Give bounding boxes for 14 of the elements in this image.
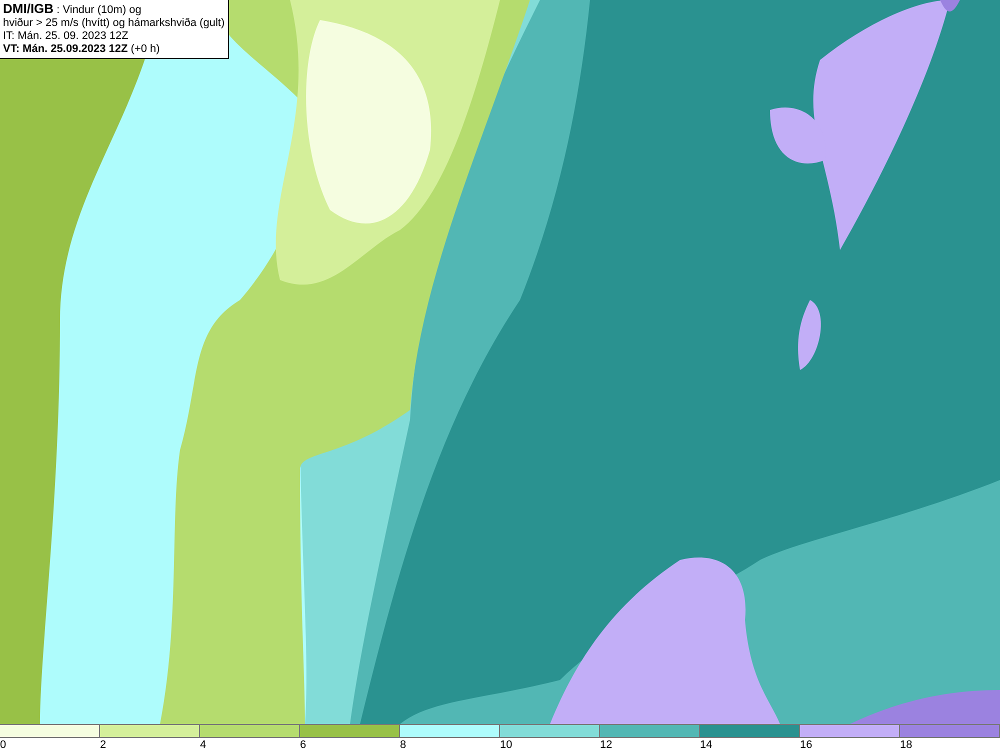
legend-label: 18	[900, 738, 912, 752]
title-line: VT: Mán. 25.09.2023 12Z (+0 h)	[3, 43, 161, 56]
legend-label: 10	[500, 738, 512, 752]
legend-label: 2	[100, 738, 106, 752]
legend-label: 6	[300, 738, 306, 752]
legend-label: 0	[0, 738, 6, 752]
title-line: IT: Mán. 25. 09. 2023 12Z	[3, 30, 130, 43]
legend-label: 16	[800, 738, 812, 752]
title-line: hviður > 25 m/s (hvítt) og hámarkshviða (gult)	[3, 17, 225, 30]
legend-label: 12	[600, 738, 612, 752]
title-line: DMI/IGB : Vindur (10m) og	[3, 2, 142, 17]
legend-label: 4	[200, 738, 206, 752]
legend-label: 14	[700, 738, 712, 752]
legend-label: 8	[400, 738, 406, 752]
